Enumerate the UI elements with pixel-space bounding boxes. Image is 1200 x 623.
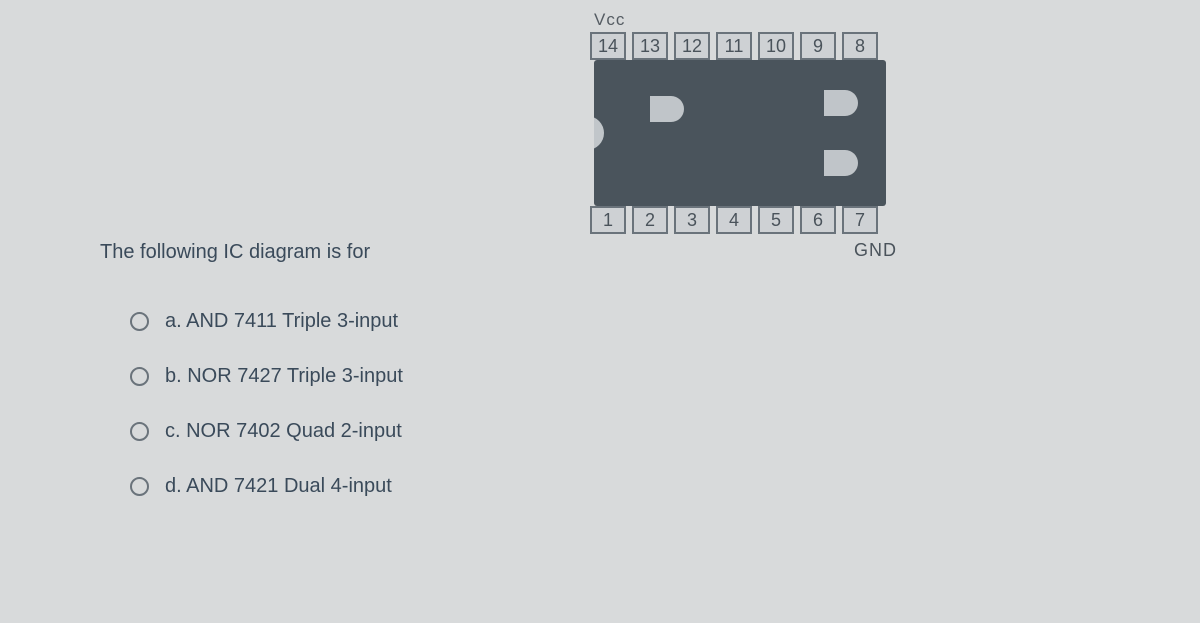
bottom-pin-row: 1 2 3 4 5 6 7 <box>590 206 878 234</box>
option-label: a. AND 7411 Triple 3-input <box>165 310 398 333</box>
pin-13: 13 <box>632 32 668 60</box>
pin-14: 14 <box>590 32 626 60</box>
pin-1: 1 <box>590 206 626 234</box>
top-pin-row: 14 13 12 11 10 9 8 <box>590 32 878 60</box>
pin-5: 5 <box>758 206 794 234</box>
radio-icon[interactable] <box>130 367 149 386</box>
pin-7: 7 <box>842 206 878 234</box>
gate-icon <box>650 96 684 122</box>
option-d[interactable]: d. AND 7421 Dual 4-input <box>130 475 403 498</box>
gnd-label: GND <box>854 240 897 261</box>
options-group: a. AND 7411 Triple 3-input b. NOR 7427 T… <box>130 310 403 530</box>
option-a[interactable]: a. AND 7411 Triple 3-input <box>130 310 403 333</box>
radio-icon[interactable] <box>130 477 149 496</box>
gate-icon <box>824 150 858 176</box>
ic-body <box>594 60 886 206</box>
option-c[interactable]: c. NOR 7402 Quad 2-input <box>130 420 403 443</box>
pin-9: 9 <box>800 32 836 60</box>
radio-icon[interactable] <box>130 422 149 441</box>
pin-2: 2 <box>632 206 668 234</box>
pin-12: 12 <box>674 32 710 60</box>
pin-10: 10 <box>758 32 794 60</box>
vcc-label: Vcc <box>594 10 625 30</box>
pin-11: 11 <box>716 32 752 60</box>
question-text: The following IC diagram is for <box>100 241 370 264</box>
radio-icon[interactable] <box>130 312 149 331</box>
option-label: b. NOR 7427 Triple 3-input <box>165 365 403 388</box>
ic-notch <box>594 116 604 150</box>
pin-6: 6 <box>800 206 836 234</box>
gate-icon <box>824 90 858 116</box>
option-label: d. AND 7421 Dual 4-input <box>165 475 392 498</box>
pin-8: 8 <box>842 32 878 60</box>
option-label: c. NOR 7402 Quad 2-input <box>165 420 402 443</box>
pin-3: 3 <box>674 206 710 234</box>
pin-4: 4 <box>716 206 752 234</box>
option-b[interactable]: b. NOR 7427 Triple 3-input <box>130 365 403 388</box>
